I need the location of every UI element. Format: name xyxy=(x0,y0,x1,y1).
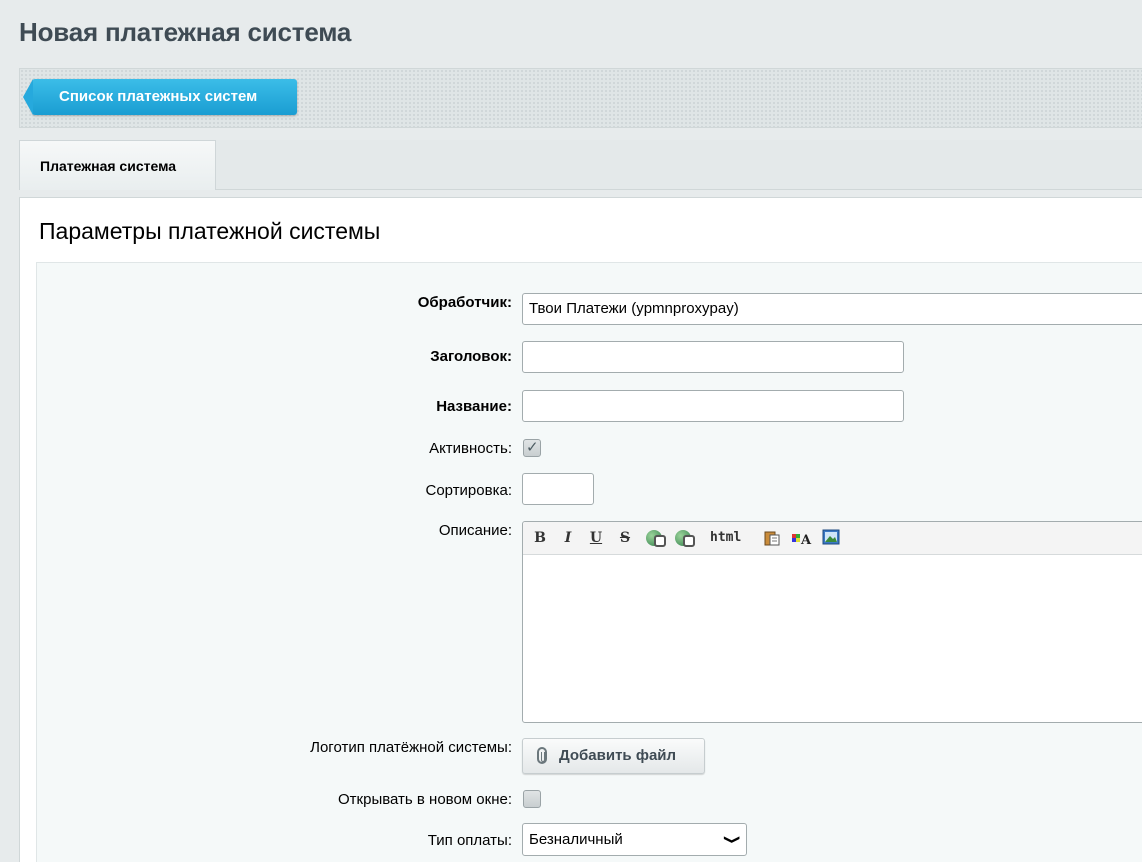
sort-field[interactable] xyxy=(522,473,594,505)
check-icon: ✓ xyxy=(526,439,539,456)
paperclip-icon xyxy=(537,747,547,764)
add-file-label: Добавить файл xyxy=(559,747,677,764)
name-label: Название: xyxy=(436,398,512,415)
logo-label: Логотип платёжной системы: xyxy=(310,739,512,756)
page-title: Новая платежная система xyxy=(19,17,352,47)
tab-payment-system[interactable]: Платежная система xyxy=(19,140,216,190)
heading-label: Заголовок: xyxy=(430,348,512,365)
handler-label: Обработчик: xyxy=(417,294,512,311)
insert-link-icon[interactable] xyxy=(645,529,666,547)
payment-type-label: Тип оплаты: xyxy=(427,832,512,849)
sort-label: Сортировка: xyxy=(425,482,513,499)
image-icon[interactable] xyxy=(822,529,840,547)
context-toolbar: Список платежных систем xyxy=(19,68,1142,128)
svg-text:A: A xyxy=(800,533,812,547)
heading-field[interactable] xyxy=(522,341,904,373)
payment-type-select[interactable]: Безналичный ❯ xyxy=(522,823,747,856)
section-title: Параметры платежной системы xyxy=(39,218,381,244)
new-window-checkbox[interactable] xyxy=(523,790,541,808)
active-checkbox[interactable]: ✓ xyxy=(523,439,541,457)
bold-icon[interactable]: B xyxy=(531,529,549,547)
description-editor[interactable]: B I U S html A xyxy=(522,521,1142,723)
paste-icon[interactable] xyxy=(763,529,781,547)
editor-toolbar: B I U S html A xyxy=(523,522,1142,555)
handler-field[interactable]: Твои Платежи (ypmnproxypay) xyxy=(522,293,1142,325)
payment-type-value: Безналичный xyxy=(529,831,623,848)
strike-icon[interactable]: S xyxy=(616,529,634,547)
name-field[interactable] xyxy=(522,390,904,422)
tab-strip: Платежная система xyxy=(19,140,1142,190)
chevron-down-icon: ❯ xyxy=(723,834,742,845)
italic-icon[interactable]: I xyxy=(559,529,577,547)
remove-link-icon[interactable] xyxy=(674,529,695,547)
new-window-label: Открывать в новом окне: xyxy=(338,791,512,808)
payment-systems-list-button[interactable]: Список платежных систем xyxy=(23,79,297,115)
description-label: Описание: xyxy=(438,522,512,539)
html-icon[interactable]: html xyxy=(710,529,741,547)
tab-content: Параметры платежной системы Обработчик: … xyxy=(19,197,1142,862)
underline-icon[interactable]: U xyxy=(587,529,605,547)
add-file-button[interactable]: Добавить файл xyxy=(522,738,705,774)
active-label: Активность: xyxy=(429,440,512,457)
form-area: Обработчик: Твои Платежи (ypmnproxypay) … xyxy=(36,262,1142,862)
font-icon[interactable]: A xyxy=(791,529,813,548)
